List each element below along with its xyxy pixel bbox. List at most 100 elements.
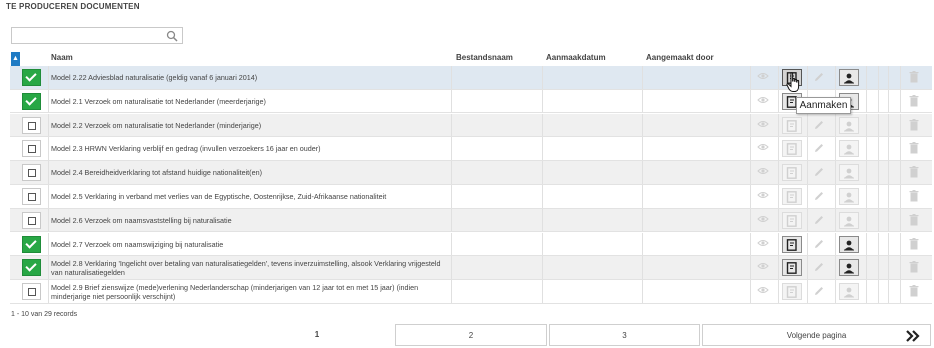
column-divider [807,256,808,279]
trash-icon [909,285,919,297]
column-divider [878,185,879,208]
assign-button[interactable] [839,283,859,301]
sort-up-icon[interactable]: ▲ [11,52,20,66]
column-divider [878,89,879,113]
empty-square-icon [28,121,36,130]
column-divider [835,137,836,160]
table-row[interactable]: Model 2.5 Verklaring in verband met verl… [10,185,932,209]
column-divider [451,137,452,160]
column-divider [866,89,867,113]
column-divider [878,208,879,232]
column-divider [542,256,543,279]
delete-button[interactable] [906,117,926,134]
column-header-bestandsnaam[interactable]: Bestandsnaam [456,53,513,62]
view-button[interactable] [754,164,774,181]
delete-button[interactable] [906,93,926,110]
table-row[interactable]: Model 2.8 Verklaring 'Ingelicht over bet… [10,256,932,280]
create-button[interactable] [782,211,802,229]
row-checkbox[interactable] [22,164,41,182]
delete-button[interactable] [906,236,926,253]
edit-button[interactable] [810,188,830,205]
column-divider [778,280,779,303]
page-3-button[interactable]: 3 [549,324,700,346]
edit-button[interactable] [810,164,830,181]
edit-button[interactable] [810,117,830,134]
row-checkbox[interactable] [22,116,41,134]
next-page-button[interactable]: Volgende pagina [702,324,931,346]
search-box[interactable] [11,27,183,44]
column-divider [878,137,879,160]
view-button[interactable] [754,259,774,276]
delete-button[interactable] [906,164,926,181]
delete-button[interactable] [906,188,926,205]
eye-icon [757,144,769,151]
delete-button[interactable] [906,283,926,300]
search-icon[interactable] [166,30,178,42]
search-input[interactable] [12,28,162,43]
assign-button[interactable] [839,69,859,86]
column-divider [642,232,643,256]
view-button[interactable] [754,188,774,205]
assign-button[interactable] [839,188,859,205]
assign-button[interactable] [839,259,859,277]
row-checkbox[interactable] [22,235,41,253]
row-checkbox[interactable] [22,211,41,229]
assign-button[interactable] [839,140,859,158]
row-checkbox[interactable] [22,259,41,277]
table-row[interactable]: Model 2.4 Bereidheidverklaring tot afsta… [10,161,932,185]
view-button[interactable] [754,69,774,86]
edit-button[interactable] [810,212,830,229]
column-divider [48,137,49,160]
row-checkbox[interactable] [22,283,41,301]
column-divider [642,66,643,89]
view-button[interactable] [754,212,774,229]
column-divider [900,208,901,232]
row-checkbox[interactable] [22,69,41,86]
assign-button[interactable] [839,211,859,229]
column-header-naam[interactable]: Naam [51,53,73,62]
assign-button[interactable] [839,235,859,253]
delete-button[interactable] [906,259,926,276]
column-divider [542,89,543,113]
page-2-button[interactable]: 2 [395,324,547,346]
page-1-button[interactable]: 1 [242,324,392,346]
table-row[interactable]: Model 2.3 HRWN Verklaring verblijf en ge… [10,137,932,161]
column-divider [888,137,889,160]
column-divider [866,185,867,208]
view-button[interactable] [754,93,774,110]
table-row[interactable]: Model 2.7 Verzoek om naamswijziging bij … [10,232,932,257]
create-button[interactable] [782,235,802,253]
row-checkbox[interactable] [22,188,41,205]
table-row[interactable]: Model 2.6 Verzoek om naamsvaststelling b… [10,208,932,233]
delete-button[interactable] [906,212,926,229]
table-row[interactable]: Model 2.2 Verzoek om naturalisatie tot N… [10,113,932,138]
edit-button[interactable] [810,283,830,300]
column-divider [900,89,901,113]
edit-button[interactable] [810,140,830,157]
edit-button[interactable] [810,259,830,276]
view-button[interactable] [754,236,774,253]
column-header-aangemaakt-door[interactable]: Aangemaakt door [646,53,714,62]
pencil-icon [815,120,823,129]
create-button[interactable] [782,283,802,301]
assign-button[interactable] [839,164,859,182]
view-button[interactable] [754,117,774,134]
create-button[interactable] [782,140,802,158]
edit-button[interactable] [810,69,830,86]
column-divider [542,137,543,160]
delete-button[interactable] [906,69,926,86]
column-header-aanmaakdatum[interactable]: Aanmaakdatum [546,53,606,62]
pencil-icon [815,263,823,272]
edit-button[interactable] [810,236,830,253]
create-button[interactable] [782,116,802,134]
create-button[interactable] [782,164,802,182]
row-checkbox[interactable] [22,140,41,158]
row-checkbox[interactable] [22,92,41,110]
delete-button[interactable] [906,140,926,157]
table-row[interactable]: Model 2.9 Brief zienswijze (mede)verleni… [10,280,932,304]
view-button[interactable] [754,140,774,157]
create-button[interactable] [782,259,802,277]
create-button[interactable] [782,188,802,205]
assign-button[interactable] [839,116,859,134]
view-button[interactable] [754,283,774,300]
